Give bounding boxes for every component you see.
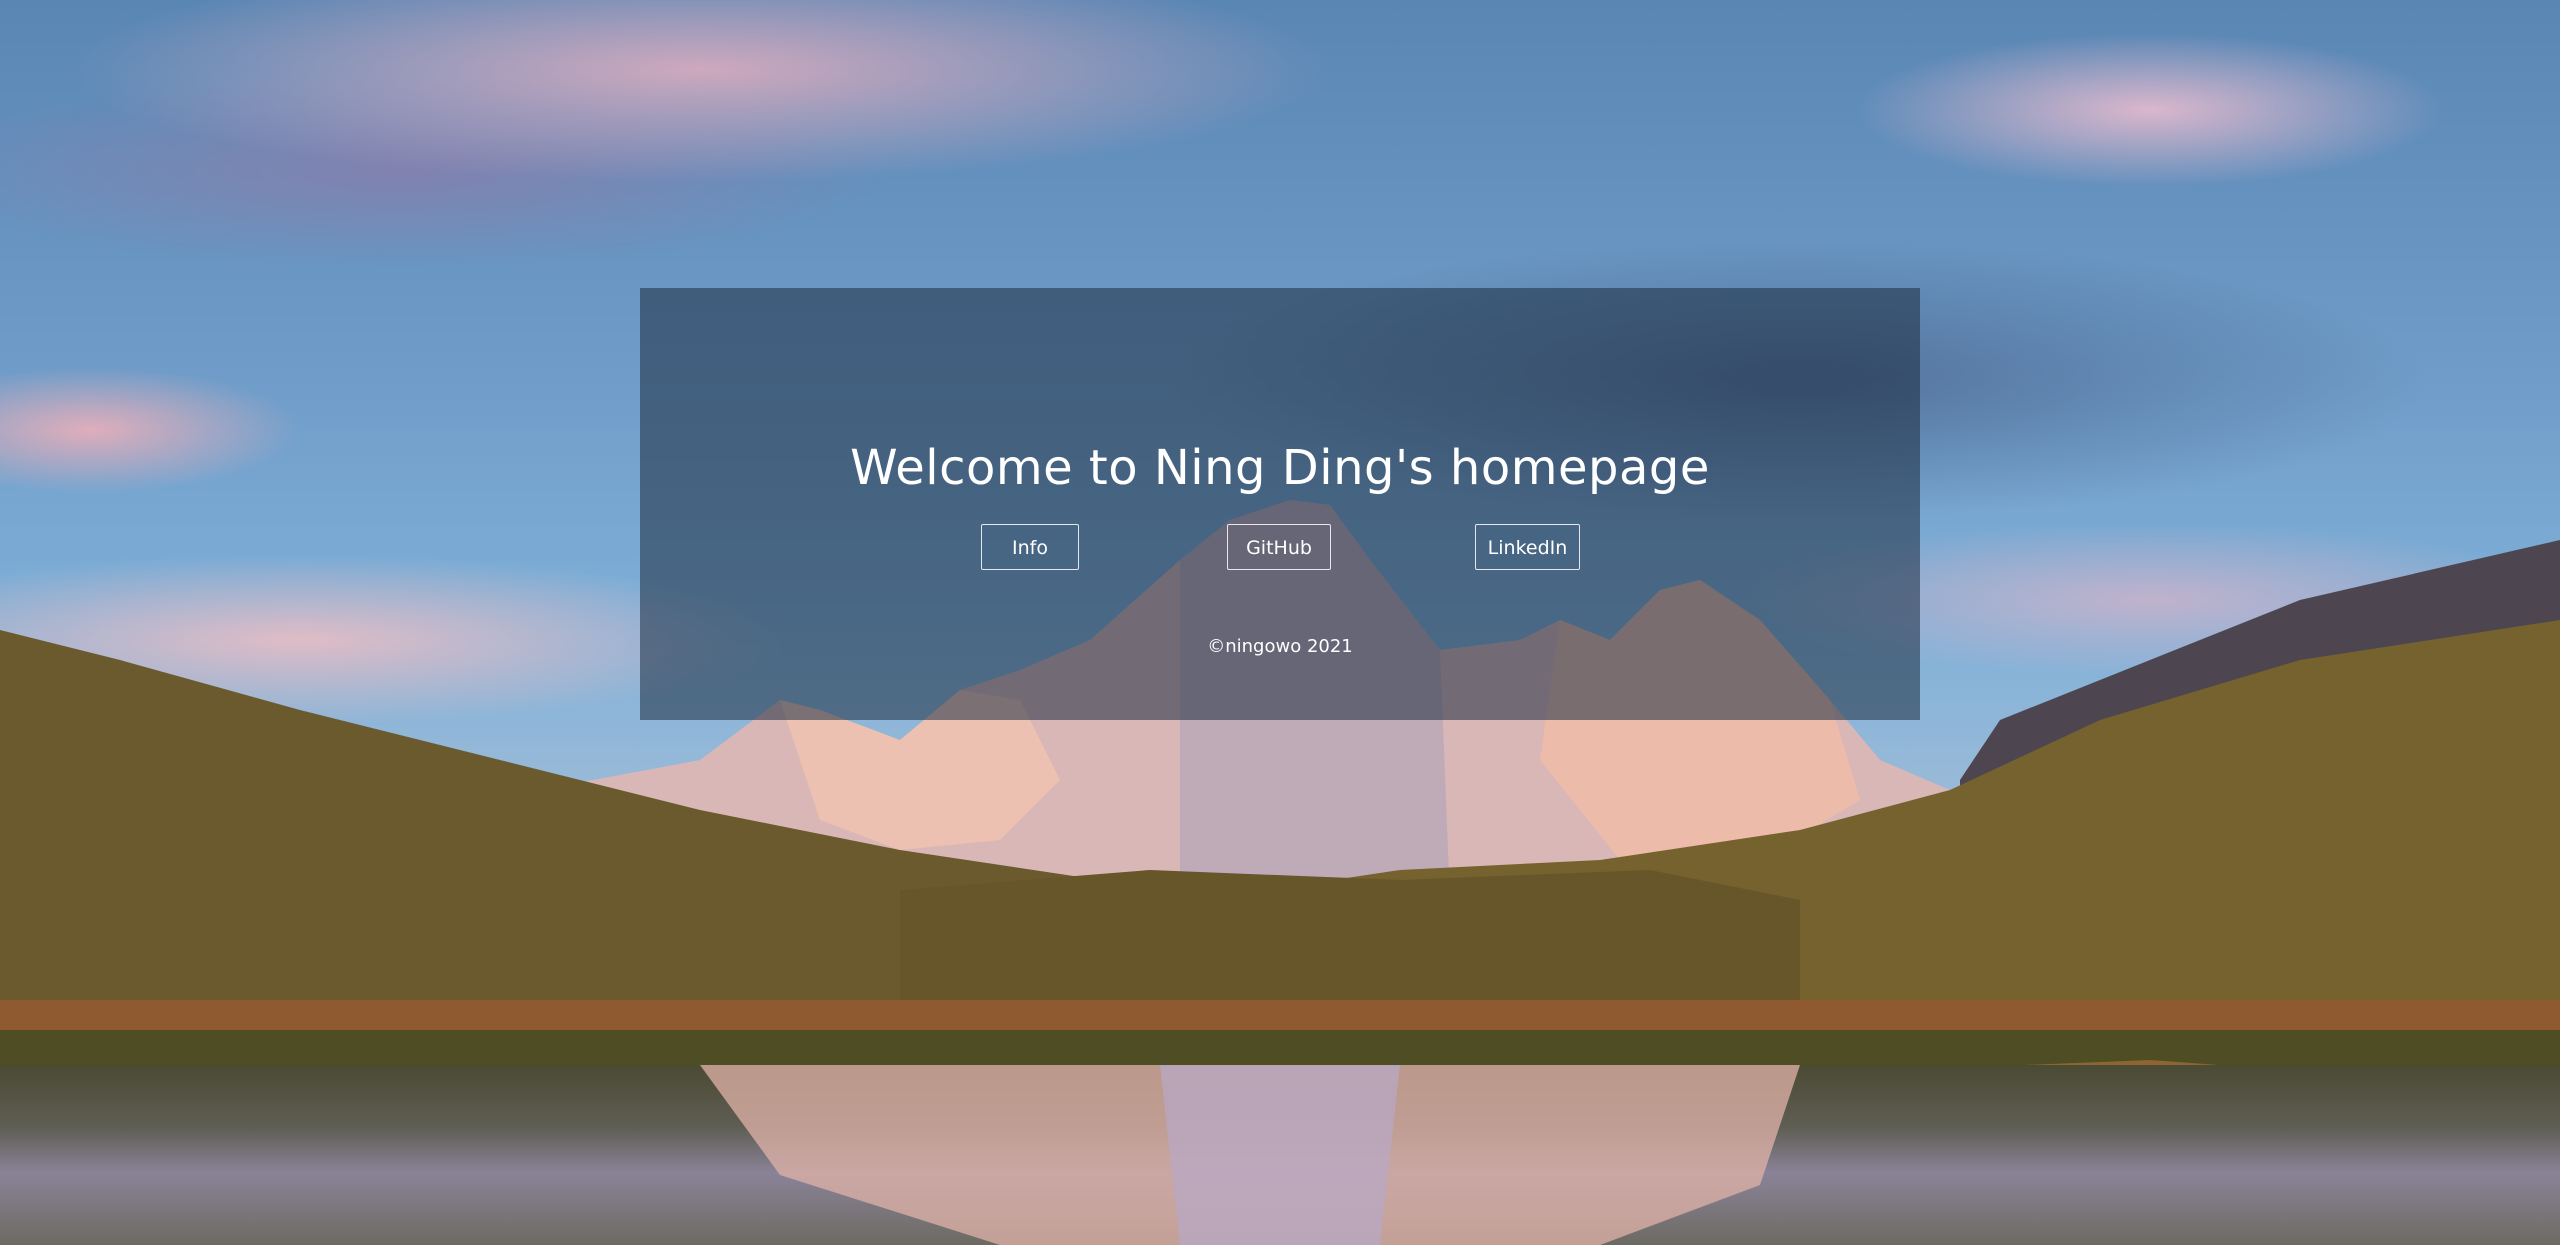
- reflection-peaks-shadow: [1160, 1065, 1400, 1245]
- page-title: Welcome to Ning Ding's homepage: [850, 440, 1710, 496]
- hero-panel: Welcome to Ning Ding's homepage Info Git…: [640, 288, 1920, 720]
- github-button[interactable]: GitHub: [1227, 524, 1331, 570]
- grass-band-dark: [0, 1030, 2560, 1065]
- info-button[interactable]: Info: [981, 524, 1079, 570]
- homepage: Welcome to Ning Ding's homepage Info Git…: [0, 0, 2560, 1245]
- copyright-footer: ©ningowo 2021: [1207, 636, 1353, 657]
- linkedin-button[interactable]: LinkedIn: [1475, 524, 1580, 570]
- nav-buttons: Info GitHub LinkedIn: [640, 524, 1920, 572]
- lake-reflection: [0, 1065, 2560, 1245]
